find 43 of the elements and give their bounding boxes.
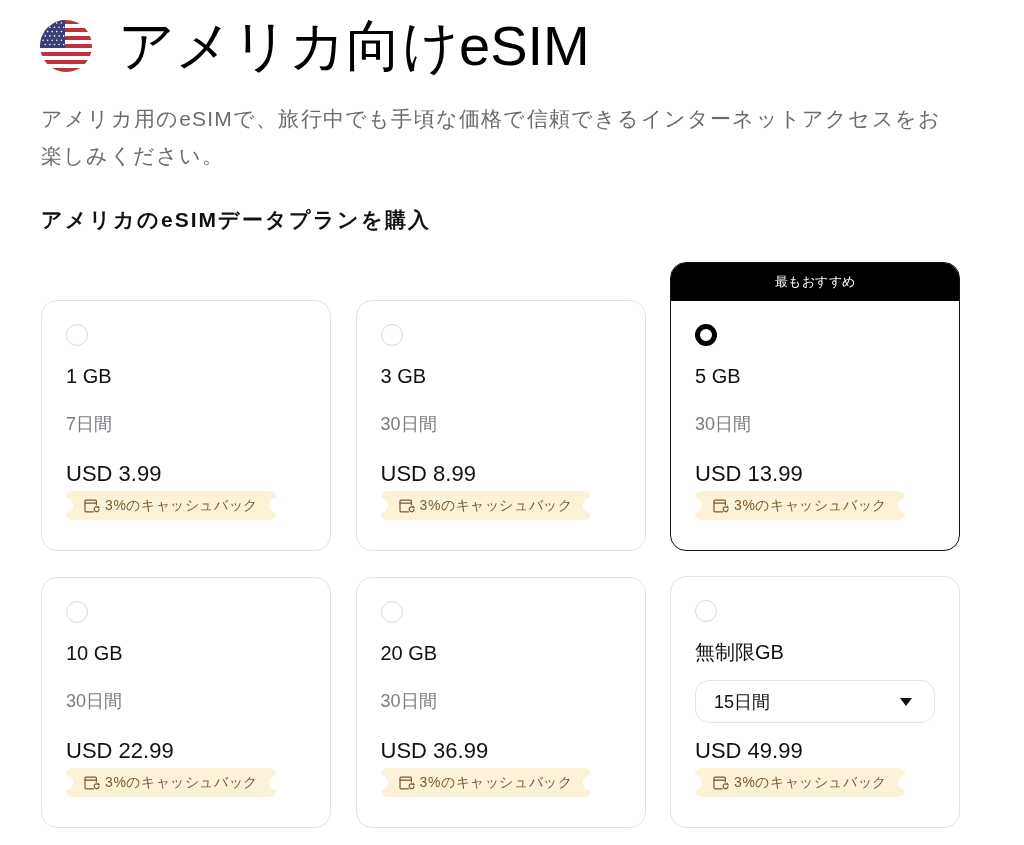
plan-data-amount: 5 GB [695, 364, 741, 388]
plan-card[interactable]: 最もおすすめ 5 GB 30日間 USD 13.99 3%のキャッシュバック [670, 262, 960, 551]
recommended-ribbon: 最もおすすめ [671, 263, 959, 301]
page-title: アメリカ向けeSIM [118, 18, 590, 74]
plan-price: USD 22.99 [66, 738, 174, 764]
wallet-icon [84, 498, 100, 513]
wallet-icon [713, 498, 729, 513]
plan-price: USD 3.99 [66, 461, 162, 487]
cashback-label: 3%のキャッシュバック [419, 773, 573, 792]
wallet-icon [398, 498, 415, 513]
plan-price: USD 8.99 [380, 461, 476, 487]
plan-data-amount: 無制限GB [695, 640, 784, 664]
caret-down-icon [900, 697, 912, 706]
plan-data-amount: 20 GB [380, 641, 438, 665]
plan-price: USD 13.99 [695, 461, 803, 487]
plan-duration: 30日間 [695, 413, 752, 436]
page-description: アメリカ用のeSIMで、旅行中でも手頃な価格で信頼できるインターネットアクセスをお楽しみください。 [41, 106, 943, 169]
plan-duration: 30日間 [380, 413, 437, 436]
cashback-label: 3%のキャッシュバック [105, 773, 258, 792]
wallet-icon [713, 775, 729, 790]
plan-data-amount: 10 GB [66, 641, 123, 665]
radio-button[interactable] [695, 324, 717, 346]
plan-price: USD 36.99 [380, 738, 489, 764]
cashback-label: 3%のキャッシュバック [734, 773, 887, 792]
flag-icon [40, 20, 92, 72]
cashback-label: 3%のキャッシュバック [419, 496, 573, 515]
plan-card[interactable]: 10 GB 30日間 USD 22.99 3%のキャッシュバック [41, 577, 331, 828]
wallet-icon [84, 775, 100, 790]
plan-card[interactable]: 3 GB 30日間 USD 8.99 3%のキャッシュバック [355, 300, 646, 551]
plan-data-amount: 1 GB [66, 364, 112, 388]
wallet-icon [398, 775, 415, 790]
plan-duration: 30日間 [380, 690, 437, 713]
plan-card[interactable]: 20 GB 30日間 USD 36.99 3%のキャッシュバック [355, 577, 646, 828]
plan-card[interactable]: 1 GB 7日間 USD 3.99 3%のキャッシュバック [41, 300, 331, 551]
plan-duration: 7日間 [66, 413, 112, 436]
cashback-label: 3%のキャッシュバック [734, 496, 887, 515]
plan-duration: 30日間 [66, 690, 123, 713]
plan-card[interactable]: 無制限GB 15日間 USD 49.99 3%のキャッシュバック [670, 576, 960, 828]
plan-price: USD 49.99 [695, 738, 803, 764]
plan-data-amount: 3 GB [380, 364, 427, 388]
duration-select[interactable]: 15日間 [695, 680, 935, 723]
cashback-label: 3%のキャッシュバック [105, 496, 258, 515]
section-heading: アメリカのeSIMデータプランを購入 [41, 207, 432, 233]
